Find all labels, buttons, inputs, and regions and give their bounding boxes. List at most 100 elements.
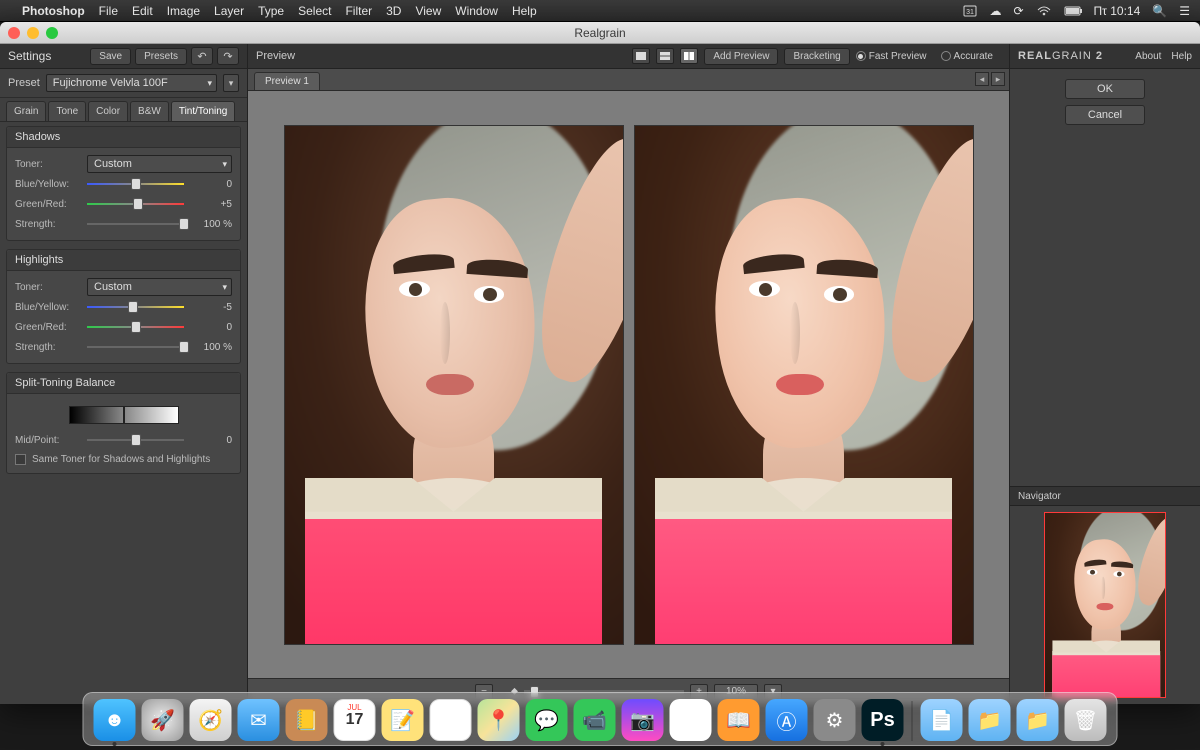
settings-header: Settings Save Presets ↶ ↷ bbox=[0, 44, 247, 69]
dock-photobooth-icon[interactable]: 📷 bbox=[622, 699, 664, 741]
dock-itunes-icon[interactable]: ♪ bbox=[670, 699, 712, 741]
bracketing-button[interactable]: Bracketing bbox=[784, 48, 849, 65]
tab-grain[interactable]: Grain bbox=[6, 101, 46, 121]
split-mid-slider[interactable] bbox=[87, 433, 184, 447]
dock-photoshop-icon[interactable]: Ps bbox=[862, 699, 904, 741]
same-toner-label: Same Toner for Shadows and Highlights bbox=[32, 454, 210, 465]
menu-layer[interactable]: Layer bbox=[214, 4, 244, 18]
hl-strength-value: 100 % bbox=[190, 342, 232, 353]
menu-file[interactable]: File bbox=[99, 4, 118, 18]
menu-3d[interactable]: 3D bbox=[386, 4, 401, 18]
preview-area[interactable] bbox=[248, 91, 1009, 678]
menu-select[interactable]: Select bbox=[298, 4, 331, 18]
add-preview-button[interactable]: Add Preview bbox=[704, 48, 778, 65]
menubar-calendar-icon[interactable]: 31 bbox=[963, 5, 977, 17]
dock-preferences-icon[interactable]: ⚙ bbox=[814, 699, 856, 741]
dock-downloads-icon[interactable]: 📄 bbox=[921, 699, 963, 741]
undo-button[interactable]: ↶ bbox=[191, 47, 213, 65]
dock-messages-icon[interactable]: 💬 bbox=[526, 699, 568, 741]
tab-tint-toning[interactable]: Tint/Toning bbox=[171, 101, 236, 121]
menubar-sync-icon[interactable]: ⟳ bbox=[1013, 4, 1023, 18]
dock-contacts-icon[interactable]: 📒 bbox=[286, 699, 328, 741]
presets-button[interactable]: Presets bbox=[135, 48, 187, 65]
menubar-clock[interactable]: Πτ 10:14 bbox=[1094, 4, 1141, 18]
dock-reminders-icon[interactable]: ☑ bbox=[430, 699, 472, 741]
hl-by-value: -5 bbox=[190, 302, 232, 313]
menu-window[interactable]: Window bbox=[455, 4, 498, 18]
dock-safari-icon[interactable]: 🧭 bbox=[190, 699, 232, 741]
menu-type[interactable]: Type bbox=[258, 4, 284, 18]
shadows-gr-value: +5 bbox=[190, 199, 232, 210]
view-split-h-button[interactable] bbox=[656, 48, 674, 64]
menubar-app-name[interactable]: Photoshop bbox=[22, 4, 85, 18]
preview-tab-1[interactable]: Preview 1 bbox=[254, 72, 320, 90]
shadows-strength-slider[interactable] bbox=[87, 217, 184, 231]
tab-color[interactable]: Color bbox=[88, 101, 128, 121]
menu-filter[interactable]: Filter bbox=[345, 4, 372, 18]
hl-by-slider[interactable] bbox=[87, 300, 184, 314]
preset-row: Preset Fujichrome Velvla 100F▾ ▾ bbox=[0, 69, 247, 98]
preview-image-before[interactable] bbox=[284, 125, 624, 645]
settings-title: Settings bbox=[8, 49, 86, 63]
save-button[interactable]: Save bbox=[90, 48, 131, 65]
dock-calendar-icon[interactable]: JUL17 bbox=[334, 699, 376, 741]
settings-tabs: Grain Tone Color B&W Tint/Toning bbox=[0, 98, 247, 122]
tab-tone[interactable]: Tone bbox=[48, 101, 86, 121]
hl-gr-slider[interactable] bbox=[87, 320, 184, 334]
dock-mail-icon[interactable]: ✉ bbox=[238, 699, 280, 741]
menu-help[interactable]: Help bbox=[512, 4, 537, 18]
split-swatch-highlights[interactable] bbox=[124, 406, 179, 424]
about-link[interactable]: About bbox=[1135, 51, 1161, 62]
menu-view[interactable]: View bbox=[415, 4, 441, 18]
hl-toner-select[interactable]: Custom▾ bbox=[87, 278, 232, 296]
ok-button[interactable]: OK bbox=[1065, 79, 1145, 99]
split-swatches bbox=[15, 400, 232, 430]
shadows-by-label: Blue/Yellow: bbox=[15, 179, 81, 190]
dock-notes-icon[interactable]: 📝 bbox=[382, 699, 424, 741]
menubar-cloud-icon[interactable]: ☁ bbox=[989, 4, 1001, 18]
hl-toner-label: Toner: bbox=[15, 282, 81, 293]
hl-strength-slider[interactable] bbox=[87, 340, 184, 354]
dock-finder-icon[interactable]: ☻ bbox=[94, 699, 136, 741]
fast-preview-radio[interactable]: Fast Preview bbox=[856, 51, 927, 62]
dock-folder-1-icon[interactable]: 📁 bbox=[969, 699, 1011, 741]
menu-image[interactable]: Image bbox=[167, 4, 200, 18]
dock-trash-icon[interactable]: 🗑 bbox=[1065, 699, 1107, 741]
dock-appstore-icon[interactable]: Ⓐ bbox=[766, 699, 808, 741]
dock-ibooks-icon[interactable]: 📖 bbox=[718, 699, 760, 741]
split-header: Split-Toning Balance bbox=[7, 373, 240, 394]
cancel-button[interactable]: Cancel bbox=[1065, 105, 1145, 125]
preview-image-after[interactable] bbox=[634, 125, 974, 645]
brand-bar: REALGRAIN 2 About Help bbox=[1010, 44, 1200, 69]
split-swatch-shadows[interactable] bbox=[69, 406, 124, 424]
menubar-spotlight-icon[interactable]: 🔍 bbox=[1152, 4, 1167, 18]
shadows-strength-label: Strength: bbox=[15, 219, 81, 230]
help-link[interactable]: Help bbox=[1171, 51, 1192, 62]
navigator-thumbnail[interactable] bbox=[1044, 512, 1166, 698]
preview-tab-next[interactable]: ▸ bbox=[991, 72, 1005, 86]
redo-button[interactable]: ↷ bbox=[217, 47, 239, 65]
same-toner-row[interactable]: Same Toner for Shadows and Highlights bbox=[15, 450, 232, 467]
shadows-gr-slider[interactable] bbox=[87, 197, 184, 211]
preset-menu-button[interactable]: ▾ bbox=[223, 74, 239, 92]
menubar-wifi-icon[interactable] bbox=[1036, 5, 1052, 17]
dock-folder-2-icon[interactable]: 📁 bbox=[1017, 699, 1059, 741]
preset-select[interactable]: Fujichrome Velvla 100F▾ bbox=[46, 74, 217, 92]
shadows-by-slider[interactable] bbox=[87, 177, 184, 191]
tab-bw[interactable]: B&W bbox=[130, 101, 169, 121]
dock-facetime-icon[interactable]: 📹 bbox=[574, 699, 616, 741]
menu-edit[interactable]: Edit bbox=[132, 4, 153, 18]
menubar-battery-icon[interactable] bbox=[1064, 6, 1084, 16]
preview-title: Preview bbox=[256, 50, 626, 62]
dock-launchpad-icon[interactable]: 🚀 bbox=[142, 699, 184, 741]
preset-value: Fujichrome Velvla 100F bbox=[53, 77, 168, 89]
same-toner-checkbox[interactable] bbox=[15, 454, 26, 465]
window-titlebar[interactable]: Realgrain bbox=[0, 22, 1200, 44]
view-split-v-button[interactable] bbox=[680, 48, 698, 64]
view-single-button[interactable] bbox=[632, 48, 650, 64]
menubar-notifications-icon[interactable]: ☰ bbox=[1179, 4, 1190, 18]
preview-tab-prev[interactable]: ◂ bbox=[975, 72, 989, 86]
dock-maps-icon[interactable]: 📍 bbox=[478, 699, 520, 741]
accurate-radio[interactable]: Accurate bbox=[941, 51, 993, 62]
shadows-toner-select[interactable]: Custom▾ bbox=[87, 155, 232, 173]
